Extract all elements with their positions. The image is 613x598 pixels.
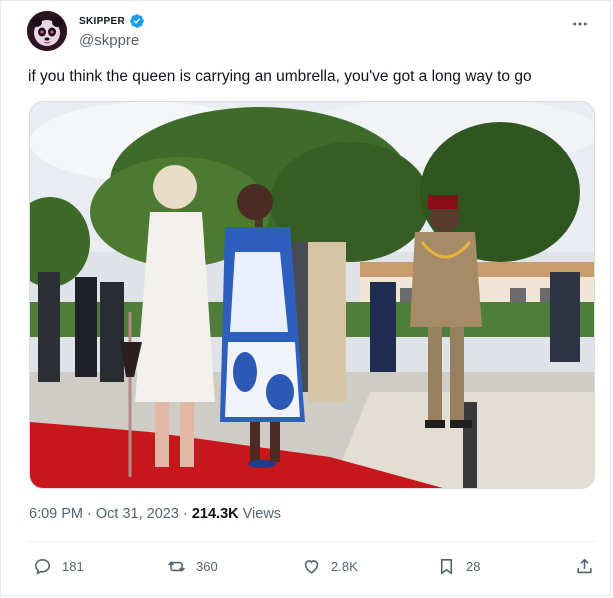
views-count: 214.3K (191, 506, 239, 522)
tweet-date[interactable]: Oct 31, 2023 (96, 506, 179, 522)
photo-illustration (30, 102, 594, 488)
action-bar: 181 360 2.8K 28 (31, 551, 594, 581)
like-count: 2.8K (331, 558, 358, 574)
bookmark-button[interactable]: 28 (437, 557, 480, 576)
meta-separator: · (87, 506, 92, 522)
share-icon (577, 558, 592, 573)
tweet-header: SKIPPER @skppre (27, 10, 596, 52)
tweet-time[interactable]: 6:09 PM (29, 506, 83, 522)
display-name[interactable]: SKIPPER (79, 16, 125, 27)
author-handle[interactable]: @skppre (79, 32, 145, 49)
bookmark-icon (440, 558, 453, 575)
reply-icon (34, 558, 51, 575)
author-names: SKIPPER @skppre (79, 13, 145, 49)
panda-avatar-icon (27, 11, 67, 51)
tweet-meta: 6:09 PM · Oct 31, 2023 · 214.3K Views (29, 506, 281, 522)
retweet-button[interactable]: 360 (167, 557, 218, 576)
like-button[interactable]: 2.8K (302, 557, 358, 576)
divider (27, 541, 596, 542)
reply-button[interactable]: 181 (33, 557, 84, 576)
tweet-photo[interactable] (29, 101, 595, 489)
meta-separator: · (182, 506, 188, 522)
share-button[interactable] (575, 557, 594, 576)
heart-icon (304, 559, 319, 574)
retweet-icon (168, 560, 185, 572)
verified-badge-icon[interactable] (129, 13, 145, 29)
reply-count: 181 (62, 558, 84, 574)
more-dots-icon (573, 22, 587, 26)
retweet-count: 360 (196, 558, 218, 574)
display-name-row: SKIPPER (79, 13, 145, 29)
views-label: Views (242, 506, 282, 522)
tweet-card: SKIPPER @skppre if you think the queen i… (0, 0, 611, 596)
bookmark-count: 28 (466, 558, 481, 574)
tweet-text: if you think the queen is carrying an um… (28, 68, 532, 85)
avatar[interactable] (27, 11, 67, 51)
more-options-button[interactable] (568, 12, 592, 36)
